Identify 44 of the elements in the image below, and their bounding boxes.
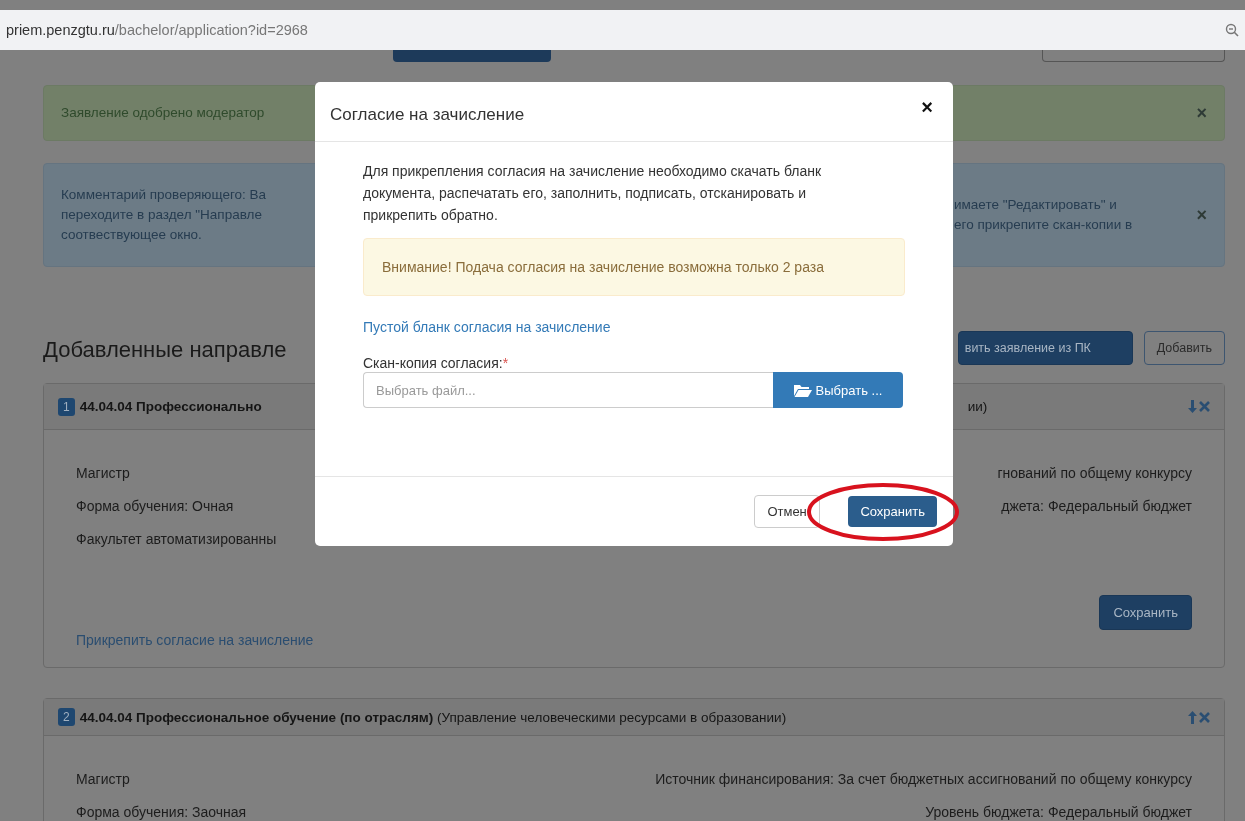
save-button[interactable]: Сохранить [1099, 595, 1192, 630]
alert-text: Заявление одобрено модератор [61, 104, 266, 122]
zoom-out-icon[interactable] [1225, 23, 1239, 37]
info-text: Источник финансирования: За счет бюджетных ассигнований по общему конкурсу [655, 770, 1192, 787]
info-text: Форма обучения: Заочная [76, 803, 247, 820]
delete-icon[interactable] [1199, 711, 1210, 723]
button[interactable] [1042, 50, 1225, 62]
template-link[interactable]: Пустой бланк согласия на зачисление [363, 319, 611, 335]
number-badge: 2 [58, 708, 75, 726]
alert-text: переходите в раздел "Направле [61, 206, 263, 224]
section-heading: Добавленные направле [43, 336, 287, 364]
modal-title: Согласие на зачисление [330, 104, 525, 125]
close-button[interactable]: × [921, 96, 933, 119]
folder-icon [793, 383, 812, 397]
number-badge: 1 [58, 397, 75, 416]
alert-text: соотвествующее окно. [61, 226, 203, 244]
alert-text: имаете "Редактировать" и [954, 196, 1118, 214]
instruction-text: Для прикрепления согласия на зачисление необходимо скачать бланк документа, распечатать его, заполнить, подписать, отсканировать и прикрепить обратно. [363, 162, 823, 225]
field-label: Скан-копия согласия:* [363, 355, 509, 371]
info-text: Факультет автоматизированны [76, 530, 277, 547]
info-text: джета: Федеральный бюджет [1001, 497, 1192, 514]
alert-text: Комментарий проверяющего: Ва [61, 186, 268, 204]
save-button[interactable]: Сохранить [848, 496, 937, 527]
direction-title: 44.04.04 Профессиональное обучение (по отраслям) (Управление человеческими ресурсами в образовании) [79, 709, 787, 725]
browse-button[interactable]: Выбрать ... [773, 372, 903, 408]
button[interactable]: Добавить [1143, 331, 1225, 365]
direction-title: ии) [967, 399, 988, 414]
info-text: Магистр [76, 464, 130, 481]
arrow-up-icon[interactable] [1188, 710, 1197, 724]
direction-title: 44.04.04 Профессионально [79, 399, 263, 414]
url-text[interactable]: priem.penzgtu.ru/bachelor/application?id=2968 [6, 22, 308, 38]
info-text: Магистр [76, 770, 130, 787]
close-button[interactable]: × [1196, 204, 1207, 226]
delete-icon[interactable] [1199, 401, 1210, 412]
warning-text: Внимание! Подача согласия на зачисление возможна только 2 раза [363, 238, 905, 296]
info-text: гнований по общему конкурсу [997, 464, 1192, 481]
info-text: Форма обучения: Очная [76, 497, 234, 514]
alert-text: его прикрепите скан-копии в [954, 216, 1133, 234]
info-text: Уровень бюджета: Федеральный бюджет [925, 803, 1192, 820]
file-field[interactable]: Выбрать файл... [363, 372, 773, 408]
arrow-down-icon[interactable] [1188, 400, 1197, 413]
cancel-button[interactable]: Отмен [754, 495, 821, 528]
close-button[interactable]: × [1196, 102, 1207, 124]
button[interactable]: вить заявление из ПК [957, 331, 1133, 365]
